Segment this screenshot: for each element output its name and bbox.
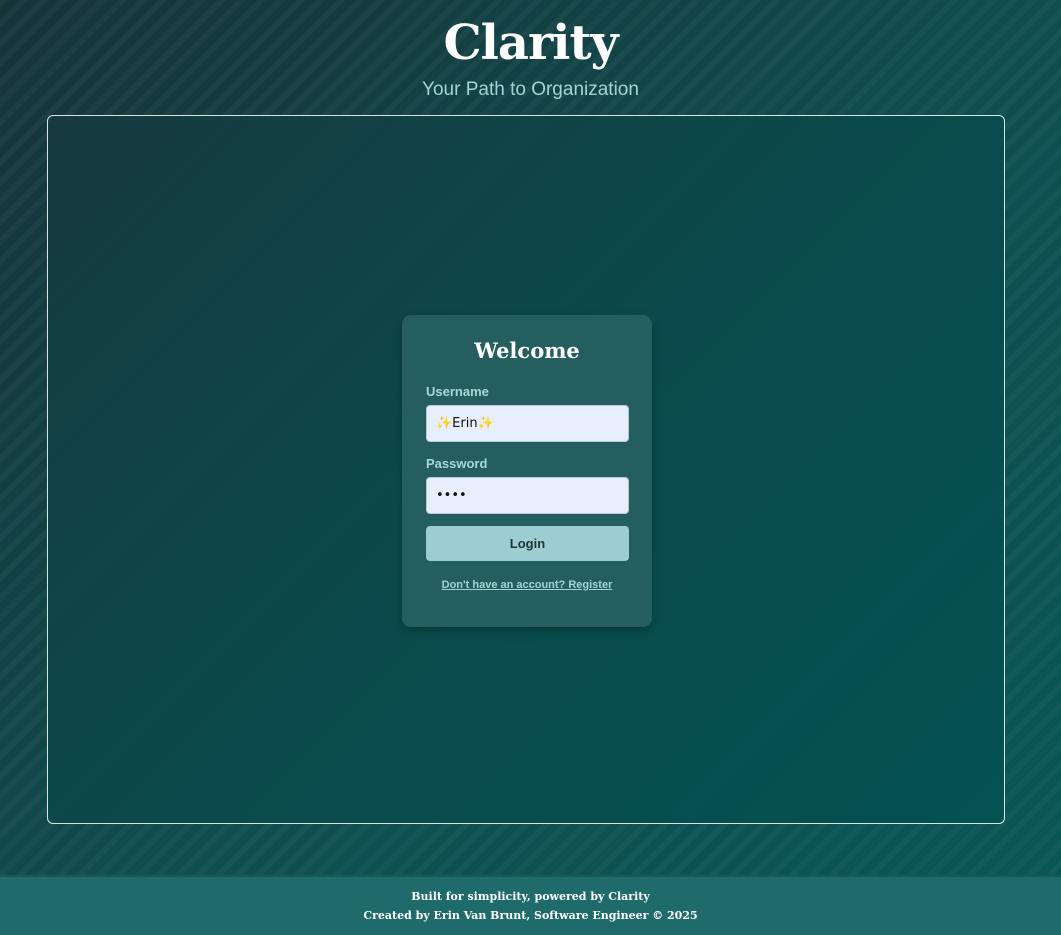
main-panel: Welcome Username Password Login Don't ha… (47, 115, 1005, 824)
username-input[interactable] (426, 405, 629, 442)
page-header: Clarity Your Path to Organization (0, 0, 1061, 115)
footer-credits: Created by Erin Van Brunt, Software Engi… (363, 909, 698, 922)
page-footer: Built for simplicity, powered by Clarity… (0, 875, 1061, 935)
password-label: Password (426, 456, 488, 471)
password-input[interactable] (426, 477, 629, 514)
app-title: Clarity (443, 15, 618, 71)
username-label: Username (426, 384, 489, 399)
login-card: Welcome Username Password Login Don't ha… (402, 315, 652, 627)
footer-tagline: Built for simplicity, powered by Clarity (411, 890, 650, 903)
login-heading: Welcome (474, 338, 580, 363)
register-link[interactable]: Don't have an account? Register (402, 578, 652, 592)
app-subtitle: Your Path to Organization (422, 79, 639, 100)
login-button[interactable]: Login (426, 526, 629, 561)
